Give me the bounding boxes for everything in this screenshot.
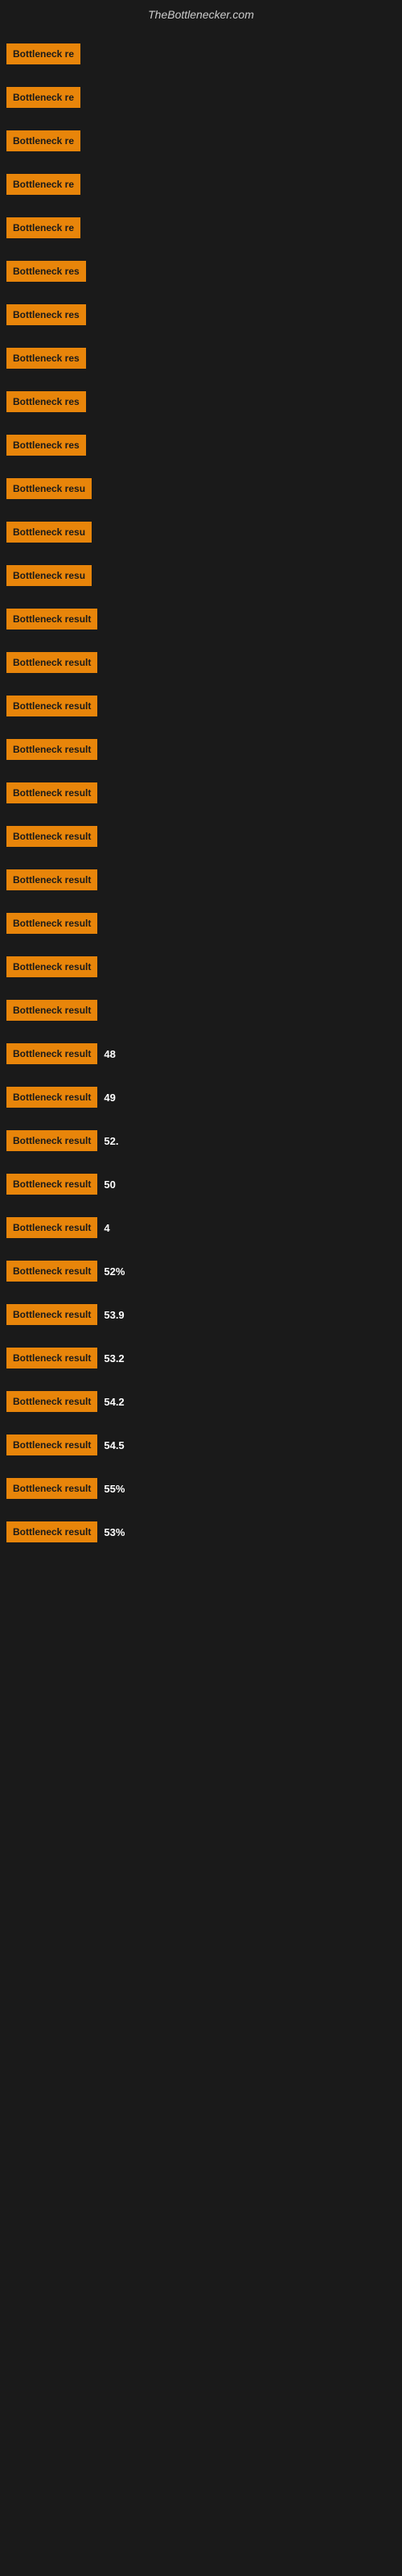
bottleneck-label: Bottleneck result: [6, 652, 97, 673]
bottleneck-label: Bottleneck result: [6, 1174, 97, 1195]
table-row: Bottleneck re: [0, 207, 402, 249]
bottleneck-label: Bottleneck resu: [6, 522, 92, 543]
table-row: Bottleneck resu: [0, 555, 402, 597]
bottleneck-label: Bottleneck result: [6, 782, 97, 803]
table-row: Bottleneck resu: [0, 468, 402, 510]
bottleneck-value: 49: [104, 1092, 115, 1104]
bottleneck-value: 53%: [104, 1526, 125, 1538]
table-row: Bottleneck result 53.9: [0, 1294, 402, 1335]
bottleneck-label: Bottleneck res: [6, 348, 86, 369]
bottleneck-label: Bottleneck re: [6, 174, 80, 195]
table-row: Bottleneck result 48: [0, 1033, 402, 1075]
bottleneck-label: Bottleneck result: [6, 1217, 97, 1238]
bottleneck-label: Bottleneck result: [6, 1521, 97, 1542]
table-row: Bottleneck result 55%: [0, 1468, 402, 1509]
bottleneck-label: Bottleneck result: [6, 609, 97, 630]
table-row: Bottleneck res: [0, 381, 402, 423]
table-row: Bottleneck result: [0, 772, 402, 814]
bottleneck-label: Bottleneck result: [6, 1348, 97, 1368]
bottleneck-label: Bottleneck result: [6, 1261, 97, 1282]
bottleneck-label: Bottleneck result: [6, 956, 97, 977]
bottleneck-label: Bottleneck result: [6, 869, 97, 890]
table-row: Bottleneck result: [0, 902, 402, 944]
bottleneck-label: Bottleneck result: [6, 696, 97, 716]
bottleneck-label: Bottleneck result: [6, 1087, 97, 1108]
bottleneck-label: Bottleneck resu: [6, 565, 92, 586]
table-row: Bottleneck result 54.2: [0, 1381, 402, 1422]
bottleneck-label: Bottleneck re: [6, 43, 80, 64]
table-row: Bottleneck result 49: [0, 1076, 402, 1118]
bottleneck-label: Bottleneck result: [6, 1435, 97, 1455]
table-row: Bottleneck result 53%: [0, 1511, 402, 1553]
bottleneck-value: 55%: [104, 1483, 125, 1495]
header: TheBottlenecker.com: [0, 0, 402, 33]
bottleneck-value: 50: [104, 1179, 115, 1191]
bottleneck-value: 48: [104, 1048, 115, 1060]
table-row: Bottleneck result 4: [0, 1207, 402, 1249]
table-row: Bottleneck result: [0, 685, 402, 727]
bottleneck-label: Bottleneck result: [6, 913, 97, 934]
bottleneck-label: Bottleneck result: [6, 1304, 97, 1325]
table-row: Bottleneck result: [0, 946, 402, 988]
table-row: Bottleneck re: [0, 33, 402, 75]
table-row: Bottleneck result 50: [0, 1163, 402, 1205]
table-row: Bottleneck res: [0, 337, 402, 379]
bottleneck-label: Bottleneck re: [6, 87, 80, 108]
bottleneck-value: 54.5: [104, 1439, 124, 1451]
table-row: Bottleneck result: [0, 642, 402, 683]
bottleneck-label: Bottleneck result: [6, 1000, 97, 1021]
table-row: Bottleneck res: [0, 424, 402, 466]
bottleneck-value: 53.9: [104, 1309, 124, 1321]
table-row: Bottleneck re: [0, 120, 402, 162]
table-row: Bottleneck result: [0, 815, 402, 857]
bottleneck-label: Bottleneck res: [6, 435, 86, 456]
table-row: Bottleneck result: [0, 859, 402, 901]
bottleneck-label: Bottleneck res: [6, 391, 86, 412]
table-row: Bottleneck res: [0, 250, 402, 292]
bottleneck-value: 53.2: [104, 1352, 124, 1364]
bottleneck-value: 4: [104, 1222, 109, 1234]
bottleneck-label: Bottleneck res: [6, 261, 86, 282]
bottleneck-label: Bottleneck re: [6, 130, 80, 151]
table-row: Bottleneck result 54.5: [0, 1424, 402, 1466]
table-row: Bottleneck result: [0, 729, 402, 770]
bottleneck-value: 52.: [104, 1135, 118, 1147]
table-row: Bottleneck resu: [0, 511, 402, 553]
table-row: Bottleneck result: [0, 598, 402, 640]
bottleneck-label: Bottleneck re: [6, 217, 80, 238]
table-row: Bottleneck re: [0, 76, 402, 118]
bottleneck-label: Bottleneck result: [6, 1391, 97, 1412]
bottleneck-label: Bottleneck result: [6, 739, 97, 760]
bottleneck-value: 52%: [104, 1265, 125, 1278]
rows-container: Bottleneck re Bottleneck re Bottleneck re B…: [0, 33, 402, 1553]
bottleneck-label: Bottleneck resu: [6, 478, 92, 499]
bottleneck-label: Bottleneck result: [6, 1043, 97, 1064]
table-row: Bottleneck result 52.: [0, 1120, 402, 1162]
table-row: Bottleneck result 52%: [0, 1250, 402, 1292]
bottleneck-label: Bottleneck result: [6, 1478, 97, 1499]
table-row: Bottleneck re: [0, 163, 402, 205]
bottleneck-label: Bottleneck res: [6, 304, 86, 325]
bottleneck-label: Bottleneck result: [6, 1130, 97, 1151]
table-row: Bottleneck result 53.2: [0, 1337, 402, 1379]
table-row: Bottleneck result: [0, 989, 402, 1031]
bottleneck-label: Bottleneck result: [6, 826, 97, 847]
site-title: TheBottlenecker.com: [0, 0, 402, 33]
bottleneck-value: 54.2: [104, 1396, 124, 1408]
table-row: Bottleneck res: [0, 294, 402, 336]
